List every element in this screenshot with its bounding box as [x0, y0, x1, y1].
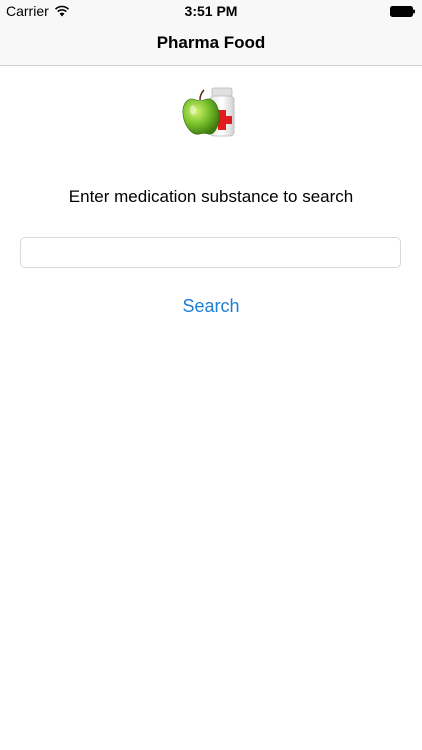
status-bar: Carrier 3:51 PM — [0, 0, 422, 22]
apple-medicine-bottle-icon — [182, 87, 235, 137]
search-button[interactable]: Search — [150, 293, 272, 319]
battery-icon — [390, 6, 415, 17]
nav-title: Pharma Food — [156, 33, 266, 52]
search-prompt: Enter medication substance to search — [68, 187, 354, 206]
app-screen: Carrier 3:51 PM Pharma Food Enter medica… — [0, 0, 422, 750]
navigation-bar: Pharma Food — [0, 22, 422, 66]
top-bar: Carrier 3:51 PM Pharma Food — [0, 0, 422, 66]
status-time: 3:51 PM — [184, 3, 238, 19]
medication-search-input[interactable] — [20, 237, 401, 268]
